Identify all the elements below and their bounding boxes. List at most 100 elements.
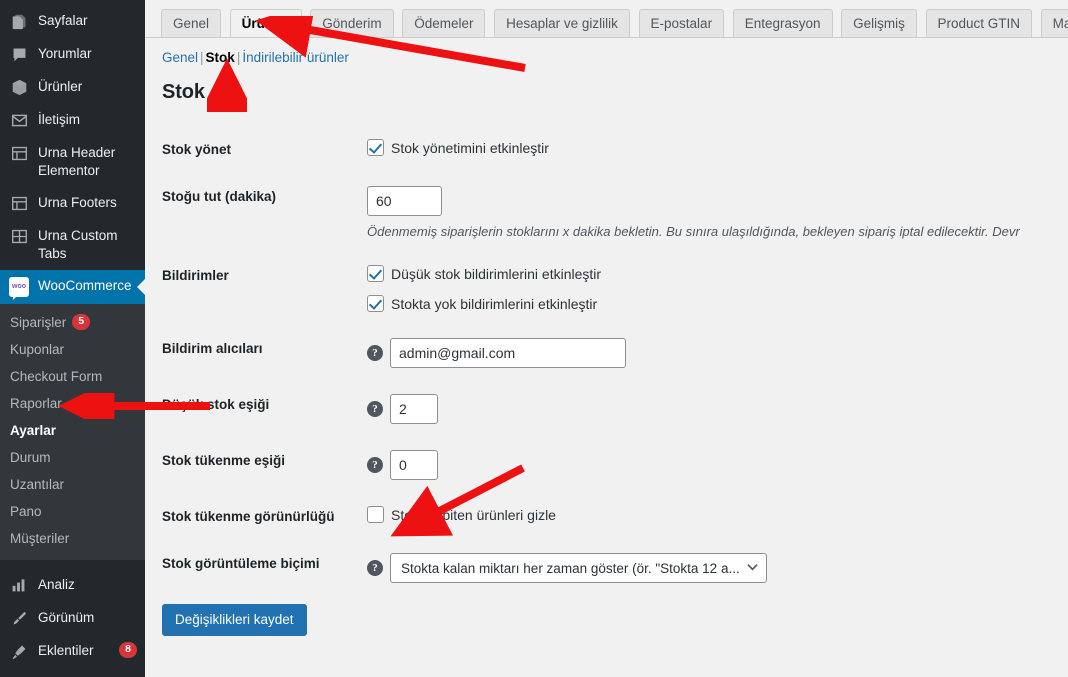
out-of-stock-notification-row: Stokta yok bildirimlerini etkinleştir <box>367 295 1062 312</box>
sidebar-item-urna-custom-tabs[interactable]: Urna Custom Tabs <box>0 220 145 270</box>
subnav-link-genel[interactable]: Genel <box>162 50 198 65</box>
sidebar-item-analiz[interactable]: Analiz <box>0 569 145 602</box>
submenu-item-kuponlar[interactable]: Kuponlar <box>0 336 145 363</box>
sidebar-item-urunler[interactable]: Ürünler <box>0 71 145 104</box>
submenu-item-raporlar[interactable]: Raporlar <box>0 390 145 417</box>
submenu-item-siparisler[interactable]: Siparişler 5 <box>0 308 145 336</box>
sidebar-item-label: Urna Custom Tabs <box>38 228 118 261</box>
sidebar-item-yorumlar[interactable]: Yorumlar <box>0 38 145 71</box>
notification-recipients-input[interactable] <box>390 338 626 368</box>
template-icon <box>9 193 29 213</box>
out-of-stock-threshold-control: ? <box>367 450 1062 480</box>
tab-odemeler[interactable]: Ödemeler <box>402 9 486 37</box>
paintbrush-icon <box>9 608 29 628</box>
submenu-item-pano[interactable]: Pano <box>0 498 145 525</box>
sidebar-item-label: Eklentiler <box>38 643 94 658</box>
save-changes-button[interactable]: Değişiklikleri kaydet <box>162 604 307 636</box>
tab-marka[interactable]: Mark <box>1040 9 1068 37</box>
field-label-out-of-stock-threshold: Stok tükenme eşiği <box>162 453 286 468</box>
tab-genel[interactable]: Genel <box>161 9 222 37</box>
manage-stock-checkbox[interactable] <box>367 139 384 156</box>
chevron-down-icon <box>741 562 758 574</box>
hide-out-of-stock-label[interactable]: Stokları biten ürünleri gizle <box>391 507 556 523</box>
submenu-item-uzantilar[interactable]: Uzantılar <box>0 471 145 498</box>
stock-display-format-select[interactable]: Stokta kalan miktarı her zaman göster (ö… <box>390 553 767 583</box>
out-of-stock-visibility-control: Stokları biten ürünleri gizle <box>367 506 1062 523</box>
woocommerce-icon: woo <box>9 277 29 300</box>
hold-stock-description: Ödenmemiş siparişlerin stoklarını x daki… <box>367 224 1020 239</box>
sidebar-item-snippets[interactable]: Snippets <box>0 668 145 677</box>
subnav-link-indirilebilir-urunler[interactable]: İndirilebilir ürünler <box>242 50 349 65</box>
sidebar-item-label: Analiz <box>38 577 75 592</box>
submenu-item-musteriler[interactable]: Müşteriler <box>0 525 145 552</box>
sidebar-item-label: Görünüm <box>38 610 95 625</box>
tab-e-postalar[interactable]: E-postalar <box>638 9 725 37</box>
manage-stock-checkbox-label[interactable]: Stok yönetimini etkinleştir <box>391 140 549 156</box>
notification-recipients-control: ? <box>367 338 1062 368</box>
section-subnav: Genel | Stok | İndirilebilir ürünler <box>162 50 1068 65</box>
admin-screen: Sayfalar Yorumlar Ürünler İletişim Urna … <box>0 0 1068 677</box>
submenu-item-label: Ayarlar <box>10 423 57 438</box>
grid-icon <box>9 226 29 246</box>
sidebar-item-label: Urna Footers <box>38 195 117 210</box>
tab-hesaplar-ve-gizlilik[interactable]: Hesaplar ve gizlilik <box>494 9 630 37</box>
submenu-item-checkout-form[interactable]: Checkout Form <box>0 363 145 390</box>
submenu-item-label: Durum <box>10 450 51 465</box>
field-label-notification-recipients: Bildirim alıcıları <box>162 341 263 356</box>
tab-entegrasyon[interactable]: Entegrasyon <box>732 9 833 37</box>
comments-icon <box>9 44 29 64</box>
products-box-icon <box>9 77 29 97</box>
help-icon[interactable]: ? <box>367 401 383 417</box>
submenu-item-label: Siparişler <box>10 314 67 330</box>
submenu-item-ayarlar[interactable]: Ayarlar <box>0 417 145 444</box>
help-icon[interactable]: ? <box>367 345 383 361</box>
out-of-stock-threshold-input[interactable] <box>390 450 438 480</box>
submenu-item-label: Checkout Form <box>10 369 103 384</box>
field-label-notifications: Bildirimler <box>162 268 229 283</box>
sidebar-item-sayfalar[interactable]: Sayfalar <box>0 5 145 38</box>
sidebar-item-label: Sayfalar <box>38 13 88 28</box>
out-of-stock-notification-label[interactable]: Stokta yok bildirimlerini etkinleştir <box>391 296 597 312</box>
subnav-separator: | <box>200 50 204 65</box>
hold-stock-input[interactable] <box>367 186 442 216</box>
sidebar-item-gorunum[interactable]: Görünüm <box>0 602 145 635</box>
sidebar-item-iletisim[interactable]: İletişim <box>0 104 145 137</box>
tab-urunler[interactable]: Ürünler <box>229 9 302 37</box>
menu-divider <box>0 560 145 569</box>
help-icon[interactable]: ? <box>367 560 383 576</box>
low-stock-notification-label[interactable]: Düşük stok bildirimlerini etkinleştir <box>391 266 601 282</box>
low-stock-threshold-input[interactable] <box>390 394 438 424</box>
sidebar-menu-bottom: Analiz Görünüm Eklentiler 8 Snippets <box>0 569 145 677</box>
submenu-item-label: Uzantılar <box>10 477 65 492</box>
admin-sidebar: Sayfalar Yorumlar Ürünler İletişim Urna … <box>0 0 145 677</box>
submenu-item-durum[interactable]: Durum <box>0 444 145 471</box>
stock-display-format-value: Stokta kalan miktarı her zaman göster (ö… <box>401 560 740 576</box>
settings-tab-bar: Genel Ürünler Gönderim Ödemeler Hesaplar… <box>145 0 1068 38</box>
subnav-link-stok[interactable]: Stok <box>206 50 235 65</box>
field-label-hold-stock: Stoğu tut (dakika) <box>162 189 276 204</box>
settings-content: Genel | Stok | İndirilebilir ürünler Stok St… <box>145 38 1068 636</box>
woocommerce-submenu: Siparişler 5 Kuponlar Checkout Form Rapo… <box>0 304 145 560</box>
sidebar-item-urna-header-elementor[interactable]: Urna Header Elementor <box>0 137 145 187</box>
sidebar-item-eklentiler[interactable]: Eklentiler 8 <box>0 635 145 668</box>
out-of-stock-notification-checkbox[interactable] <box>367 295 384 312</box>
sidebar-item-urna-footers[interactable]: Urna Footers <box>0 187 145 220</box>
submenu-item-label: Pano <box>10 504 42 519</box>
page-title: Stok <box>162 81 205 103</box>
plugins-count-badge: 8 <box>119 642 137 658</box>
hide-out-of-stock-checkbox[interactable] <box>367 506 384 523</box>
help-icon[interactable]: ? <box>367 457 383 473</box>
orders-count-badge: 5 <box>72 314 91 330</box>
field-label-manage-stock: Stok yönet <box>162 142 232 157</box>
sidebar-item-label: Yorumlar <box>38 46 92 61</box>
tab-gelismis[interactable]: Gelişmiş <box>841 9 917 37</box>
field-label-low-stock-threshold: Düşük stok eşiği <box>162 397 270 412</box>
form-row-out-of-stock-visibility: Stok tükenme görünürlüğü Stokları biten … <box>162 493 1062 540</box>
tab-product-gtin[interactable]: Product GTIN <box>925 9 1033 37</box>
envelope-icon <box>9 110 29 130</box>
submenu-item-label: Raporlar <box>10 396 62 411</box>
sidebar-item-woocommerce[interactable]: woo WooCommerce <box>0 270 145 304</box>
tab-gonderim[interactable]: Gönderim <box>310 9 394 37</box>
form-row-low-stock-threshold: Düşük stok eşiği ? <box>162 381 1062 437</box>
low-stock-notification-checkbox[interactable] <box>367 265 384 282</box>
